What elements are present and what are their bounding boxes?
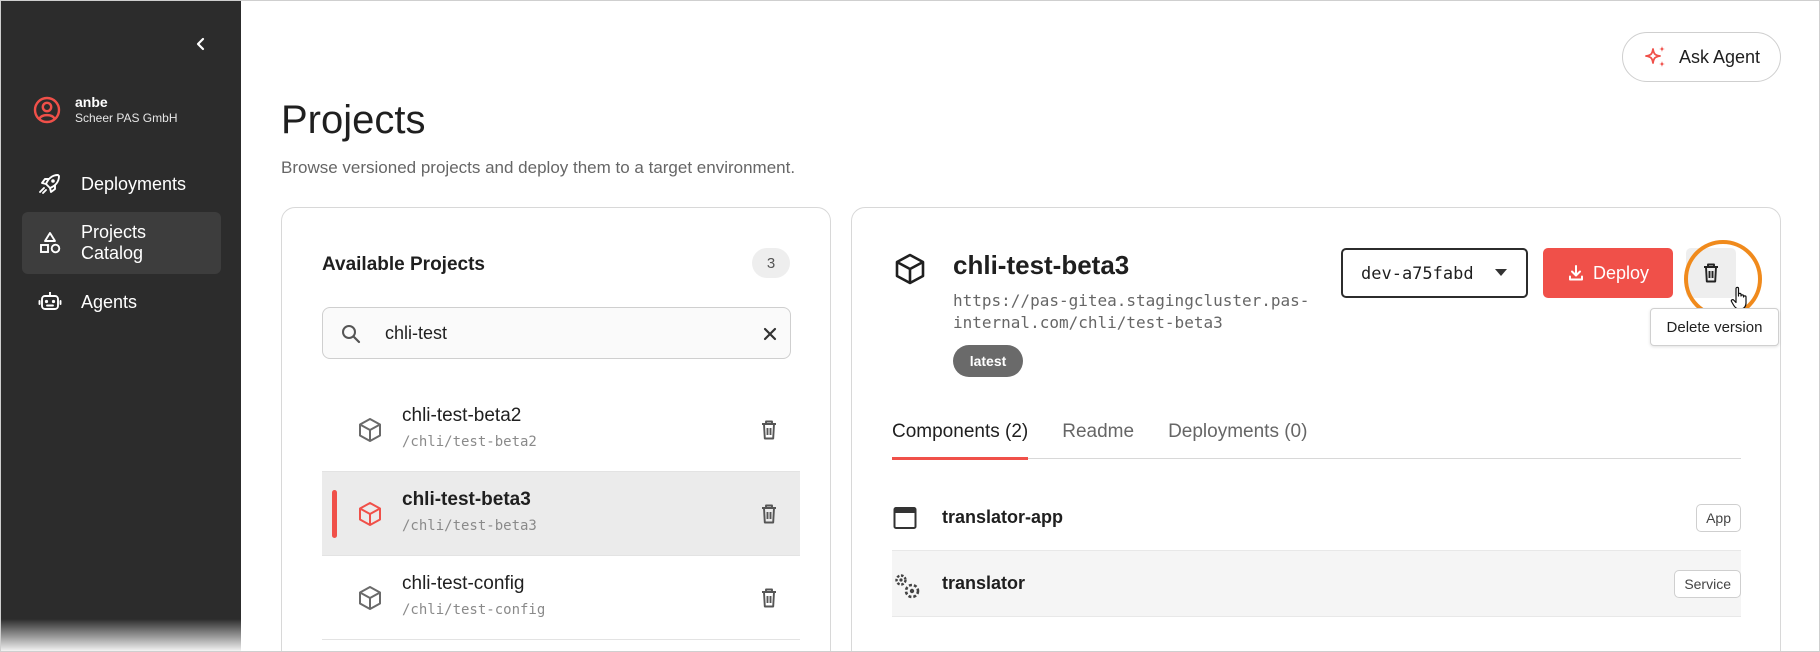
project-list: chli-test-beta2 /chli/test-beta2 chli-te… [322, 388, 800, 640]
app-frame: anbe Scheer PAS GmbH Deployments Project… [0, 0, 1820, 652]
project-search [322, 307, 791, 359]
user-name: anbe [75, 94, 108, 110]
sidebar-item-label: Agents [81, 291, 138, 312]
delete-version-button[interactable] [1686, 248, 1736, 298]
sidebar-item-agents[interactable]: Agents [22, 280, 221, 324]
component-type-badge: App [1696, 504, 1741, 532]
selected-indicator [332, 490, 337, 538]
download-icon [1568, 265, 1583, 281]
robot-icon [38, 292, 62, 310]
user-avatar-icon [33, 96, 61, 124]
latest-badge: latest [953, 345, 1023, 377]
project-title: chli-test-beta3 [953, 250, 1130, 280]
delete-version-tooltip: Delete version [1650, 308, 1779, 346]
trash-icon[interactable] [758, 502, 780, 526]
project-name: chli-test-beta3 [402, 489, 531, 510]
trash-icon [1704, 263, 1718, 283]
page-subtitle: Browse versioned projects and deploy the… [281, 158, 796, 177]
available-projects-title: Available Projects [322, 254, 485, 275]
sidebar-item-label: Projects Catalog [81, 222, 147, 263]
project-path: /chli/test-beta3 [402, 518, 537, 534]
user-org: Scheer PAS GmbH [75, 111, 178, 125]
gears-icon [895, 574, 920, 599]
search-input[interactable] [385, 318, 735, 348]
version-value: dev-a75fabd [1361, 264, 1474, 284]
component-name: translator [942, 573, 1026, 593]
component-row[interactable]: translator-app App [892, 485, 1741, 551]
project-path: /chli/test-config [402, 602, 546, 618]
project-list-item[interactable]: chli-test-beta2 /chli/test-beta2 [322, 388, 800, 472]
ask-agent-button[interactable]: Ask Agent [1622, 32, 1781, 82]
collapse-sidebar-button[interactable] [187, 30, 215, 58]
project-list-item-selected[interactable]: chli-test-beta3 /chli/test-beta3 [322, 472, 800, 556]
cube-icon [359, 418, 381, 442]
user-profile[interactable]: anbe Scheer PAS GmbH [33, 94, 177, 126]
cube-icon [359, 586, 381, 610]
rocket-icon [39, 174, 60, 194]
components-list: translator-app App translator Service [892, 485, 1741, 617]
chevron-left-icon [196, 37, 205, 51]
window-icon [893, 507, 917, 529]
clear-search-icon[interactable] [759, 323, 781, 345]
sidebar-item-deployments[interactable]: Deployments [22, 162, 221, 206]
tab-deployments[interactable]: Deployments (0) [1168, 401, 1307, 459]
tab-readme[interactable]: Readme [1062, 401, 1134, 459]
ask-agent-label: Ask Agent [1678, 46, 1761, 67]
available-projects-card: Available Projects 3 chli-test-beta2 /ch… [281, 207, 831, 651]
sidebar-item-label: Deployments [81, 173, 187, 194]
cube-icon [359, 502, 381, 526]
project-tabs: Components (2) Readme Deployments (0) [892, 401, 1741, 460]
sidebar-fade [1, 619, 241, 651]
version-select[interactable]: dev-a75fabd [1341, 248, 1528, 298]
sidebar-item-projects-catalog[interactable]: Projects Catalog [22, 212, 221, 274]
sparkles-icon [1645, 46, 1665, 67]
caret-down-icon [1495, 269, 1507, 276]
project-repo-url: https://pas-gitea.stagingcluster.pas-int… [953, 291, 1310, 332]
component-name: translator-app [942, 507, 1064, 527]
page-title: Projects [281, 98, 426, 142]
sidebar-nav: Deployments Projects Catalog Agents [22, 162, 221, 330]
tab-components[interactable]: Components (2) [892, 401, 1029, 460]
trash-icon[interactable] [758, 418, 780, 442]
projects-count-badge: 3 [752, 248, 790, 278]
cube-icon [895, 253, 925, 285]
project-name: chli-test-config [402, 573, 525, 594]
trash-icon[interactable] [758, 586, 780, 610]
component-row[interactable]: translator Service [892, 551, 1741, 617]
project-name: chli-test-beta2 [402, 405, 522, 426]
sidebar: anbe Scheer PAS GmbH Deployments Project… [1, 1, 241, 651]
project-detail-card: chli-test-beta3 https://pas-gitea.stagin… [851, 207, 1781, 651]
project-path: /chli/test-beta2 [402, 434, 537, 450]
search-icon [342, 325, 361, 344]
component-type-badge: Service [1674, 570, 1741, 598]
deploy-button[interactable]: Deploy [1543, 248, 1673, 298]
deploy-label: Deploy [1592, 262, 1650, 283]
project-list-item[interactable]: chli-test-config /chli/test-config [322, 556, 800, 640]
shapes-icon [40, 232, 61, 254]
